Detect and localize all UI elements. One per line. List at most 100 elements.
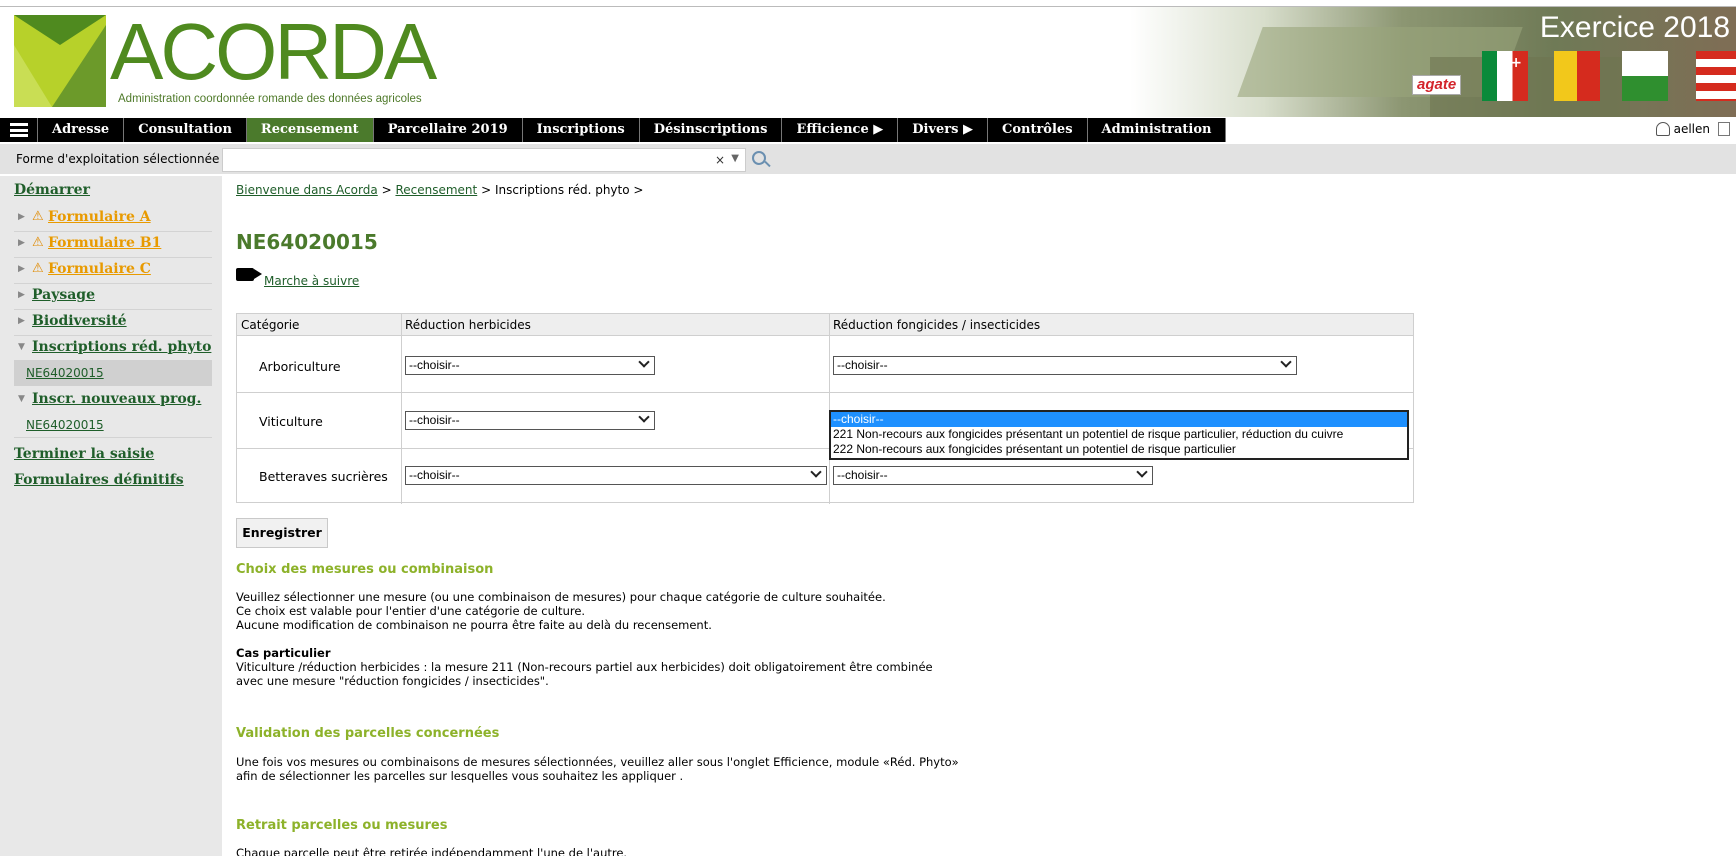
sidebar-item-label: Inscriptions réd. phyto: [32, 339, 212, 355]
choice-line-3: Aucune modification de combinaison ne po…: [236, 618, 712, 632]
special-case-title: Cas particulier: [236, 646, 331, 660]
select-fongicides-betteraves[interactable]: --choisir--: [833, 466, 1153, 485]
sidebar-item-paysage[interactable]: ▶ Paysage: [14, 284, 212, 310]
dropdown-option[interactable]: 221 Non-recours aux fongicides présentan…: [831, 427, 1407, 442]
breadcrumb-separator: >: [381, 183, 392, 197]
select-fongicides-arboriculture[interactable]: --choisir--: [833, 356, 1297, 375]
dropdown-option[interactable]: --choisir--: [831, 412, 1407, 427]
sidebar-start[interactable]: Démarrer: [14, 182, 90, 198]
header-herbicides: Réduction herbicides: [405, 318, 531, 332]
warning-icon: ⚠: [32, 209, 44, 224]
breadcrumb-home[interactable]: Bienvenue dans Acorda: [236, 183, 378, 197]
nav-efficience[interactable]: Efficience ▶: [782, 118, 899, 142]
save-button[interactable]: Enregistrer: [236, 518, 328, 548]
sidebar-final-forms[interactable]: Formulaires définitifs: [14, 472, 184, 488]
sidebar: Démarrer ▶ ⚠ Formulaire A ▶ ⚠ Formulaire…: [0, 176, 222, 856]
breadcrumb-separator: >: [633, 183, 644, 197]
triangle-right-icon: ▶: [18, 212, 25, 222]
category-arboriculture: Arboriculture: [259, 359, 341, 374]
triangle-right-icon: ▶: [18, 316, 25, 326]
nav-consultation[interactable]: Consultation: [124, 118, 247, 142]
select-value: --choisir--: [409, 468, 460, 482]
user-name: aellen: [1673, 122, 1710, 136]
sidebar-item-formulaire-a[interactable]: ▶ ⚠ Formulaire A: [14, 206, 212, 232]
nav-divers[interactable]: Divers ▶: [898, 118, 988, 142]
select-herbicides-viticulture[interactable]: --choisir--: [405, 411, 655, 430]
header-fongicides: Réduction fongicides / insecticides: [833, 318, 1041, 332]
flag-jura-icon[interactable]: [1696, 51, 1736, 101]
nav-parcellaire[interactable]: Parcellaire 2019: [373, 118, 523, 142]
logout-icon[interactable]: [1718, 122, 1730, 136]
chevron-down-icon: [1136, 466, 1148, 478]
sidebar-item-formulaire-c[interactable]: ▶ ⚠ Formulaire C: [14, 258, 212, 284]
brand-tagline: Administration coordonnée romande des do…: [118, 93, 422, 105]
flag-vaud-icon[interactable]: [1622, 51, 1668, 101]
section-choice-title: Choix des mesures ou combinaison: [236, 562, 494, 577]
sidebar-item-formulaire-b1[interactable]: ▶ ⚠ Formulaire B1: [14, 232, 212, 258]
dropdown-option[interactable]: 222 Non-recours aux fongicides présentan…: [831, 442, 1407, 457]
breadcrumb-current: Inscriptions réd. phyto: [494, 183, 630, 197]
section-validation-title: Validation des parcelles concernées: [236, 726, 500, 741]
nav-desinscriptions[interactable]: Désinscriptions: [639, 118, 783, 142]
sidebar-child-label: NE64020015: [26, 418, 104, 432]
nav-menu: Adresse Consultation Recensement Parcell…: [0, 118, 1227, 142]
exploitation-select[interactable]: × ▼: [222, 148, 746, 172]
nav-administration[interactable]: Administration: [1087, 118, 1227, 142]
chevron-down-icon: [1280, 356, 1292, 368]
breadcrumb-section[interactable]: Recensement: [395, 183, 477, 197]
video-camera-icon[interactable]: [236, 268, 254, 281]
validation-line-2: afin de sélectionner les parcelles sur l…: [236, 769, 684, 783]
triangle-right-icon: ▶: [18, 290, 25, 300]
select-herbicides-betteraves[interactable]: --choisir--: [405, 466, 827, 485]
category-betteraves: Betteraves sucrières: [259, 469, 388, 484]
sidebar-item-label: Formulaire B1: [48, 235, 162, 251]
chevron-down-icon: [638, 411, 650, 423]
sidebar-item-label: Inscr. nouveaux prog.: [32, 391, 202, 407]
special-case-line-1: Viticulture /réduction herbicides : la m…: [236, 660, 933, 674]
nav-recensement[interactable]: Recensement: [246, 118, 374, 142]
select-value: --choisir--: [837, 468, 888, 482]
measures-table: Catégorie Réduction herbicides Réduction…: [236, 313, 1414, 504]
breadcrumb: Bienvenue dans Acorda > Recensement > In…: [236, 183, 643, 197]
page-title: NE64020015: [236, 230, 378, 254]
sidebar-item-nouveaux-prog[interactable]: ▼ Inscr. nouveaux prog.: [14, 388, 212, 414]
sidebar-item-label: Biodiversité: [32, 313, 127, 329]
triangle-right-icon: ▶: [18, 238, 25, 248]
user-icon: [1655, 122, 1670, 136]
agate-logo[interactable]: agate: [1412, 75, 1462, 95]
choice-line-2: Ce choix est valable pour l'entier d'une…: [236, 604, 586, 618]
triangle-down-icon: ▼: [18, 342, 25, 352]
header-category: Catégorie: [241, 318, 300, 332]
filter-bar: Forme d'exploitation sélectionnée × ▼: [0, 144, 1736, 174]
nav-adresse[interactable]: Adresse: [38, 118, 125, 142]
section-withdraw-title: Retrait parcelles ou mesures: [236, 818, 448, 833]
exercise-year: Exercice 2018: [1539, 11, 1730, 44]
table-header: Catégorie Réduction herbicides Réduction…: [237, 314, 1413, 336]
sidebar-finish[interactable]: Terminer la saisie: [14, 446, 154, 462]
flag-neuchatel-icon[interactable]: +: [1482, 51, 1528, 101]
triangle-down-icon: ▼: [18, 394, 25, 404]
select-value: --choisir--: [837, 358, 888, 372]
chevron-down-icon[interactable]: ▼: [731, 153, 739, 164]
sidebar-child-label: NE64020015: [26, 366, 104, 380]
nav-controles[interactable]: Contrôles: [987, 118, 1088, 142]
flag-geneve-icon[interactable]: [1554, 51, 1600, 101]
nav-inscriptions[interactable]: Inscriptions: [522, 118, 640, 142]
user-menu[interactable]: aellen: [1655, 122, 1730, 136]
select-herbicides-arboriculture[interactable]: --choisir--: [405, 356, 655, 375]
sidebar-child-inscriptions-phyto[interactable]: NE64020015: [14, 360, 212, 386]
main-navbar: Adresse Consultation Recensement Parcell…: [0, 118, 1736, 142]
menu-icon[interactable]: [0, 118, 38, 142]
validation-line-1: Une fois vos mesures ou combinaisons de …: [236, 755, 959, 769]
withdraw-line-1: Chaque parcelle peut être retirée indépe…: [236, 846, 628, 856]
sidebar-item-biodiversite[interactable]: ▶ Biodiversité: [14, 310, 212, 336]
guide-link[interactable]: Marche à suivre: [264, 274, 359, 288]
select-fongicides-viticulture-dropdown[interactable]: --choisir-- 221 Non-recours aux fongicid…: [829, 410, 1409, 460]
clear-icon[interactable]: ×: [715, 153, 725, 167]
sidebar-item-inscriptions-phyto[interactable]: ▼ Inscriptions réd. phyto: [14, 336, 212, 362]
acorda-logo-icon: [14, 15, 106, 107]
sidebar-child-nouveaux-prog[interactable]: NE64020015: [14, 412, 212, 438]
triangle-right-icon: ▶: [18, 264, 25, 274]
search-icon[interactable]: [752, 151, 766, 165]
select-value: --choisir--: [409, 358, 460, 372]
